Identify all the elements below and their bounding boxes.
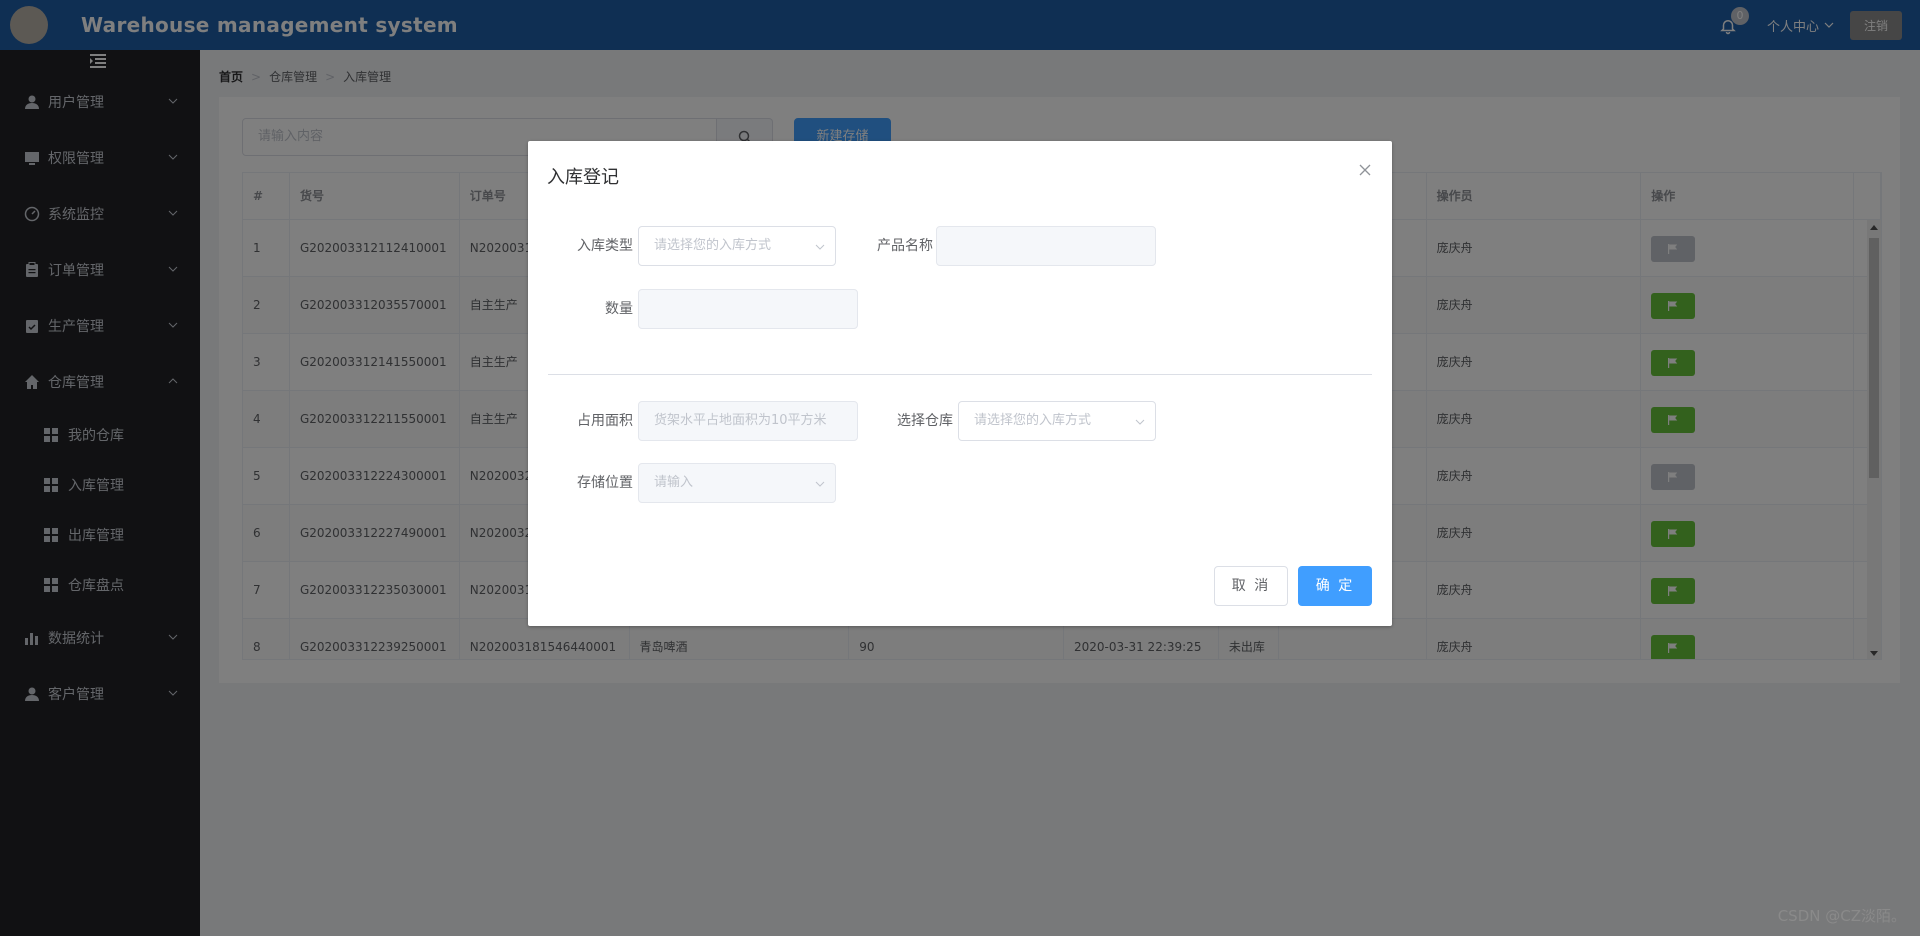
close-icon[interactable] (1358, 163, 1372, 177)
product-name-input[interactable] (936, 226, 1156, 266)
inbound-type-placeholder: 请选择您的入库方式 (654, 238, 772, 253)
inbound-type-select[interactable]: 请选择您的入库方式 (638, 226, 836, 266)
chevron-down-icon (1135, 419, 1145, 425)
occupied-area-input[interactable]: 货架水平占地面积为10平方米 (638, 401, 858, 441)
product-name-label: 产品名称 (877, 238, 933, 254)
inbound-type-label: 入库类型 (577, 238, 633, 254)
quantity-input[interactable] (638, 289, 858, 329)
storage-location-select[interactable]: 请输入 (638, 463, 836, 503)
chevron-down-icon (815, 244, 825, 250)
confirm-button[interactable]: 确 定 (1298, 566, 1372, 606)
quantity-label: 数量 (605, 301, 633, 317)
watermark: CSDN @CZ淡陌。 (1777, 907, 1906, 925)
cancel-button[interactable]: 取 消 (1214, 566, 1288, 606)
storage-location-label: 存储位置 (577, 475, 633, 491)
form-divider (548, 374, 1372, 375)
occupied-area-label: 占用面积 (577, 413, 633, 429)
inbound-registration-dialog: 入库登记 入库类型 请选择您的入库方式 产品名称 数量 占用面积 货架水平占地面… (528, 141, 1392, 626)
select-warehouse-label: 选择仓库 (897, 413, 953, 429)
storage-location-placeholder: 请输入 (654, 475, 694, 490)
select-warehouse-select[interactable]: 请选择您的入库方式 (958, 401, 1156, 441)
chevron-down-icon (815, 481, 825, 487)
select-warehouse-placeholder: 请选择您的入库方式 (974, 413, 1092, 428)
dialog-title: 入库登记 (547, 167, 619, 188)
